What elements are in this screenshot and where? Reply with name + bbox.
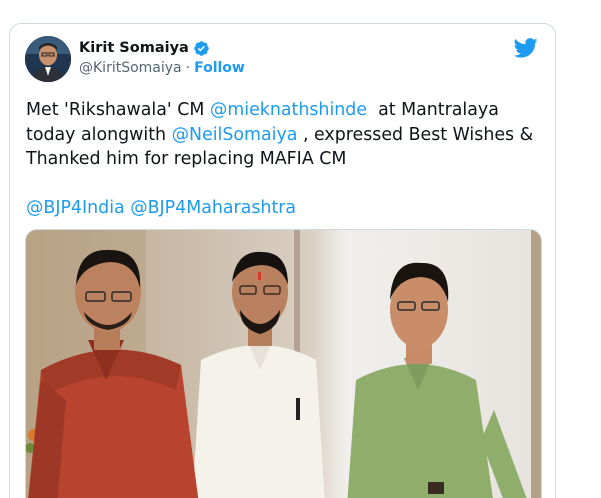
line-spacer xyxy=(26,172,546,197)
twitter-bird-icon[interactable] xyxy=(514,38,538,58)
tweet-line-2: today alongwith @NeilSomaiya , expressed… xyxy=(26,123,546,148)
tweet-text-segment: at Mantralaya xyxy=(367,100,499,120)
separator-dot: · xyxy=(185,60,191,76)
display-name[interactable]: Kirit Somaiya xyxy=(79,40,189,56)
author-block: Kirit Somaiya @KiritSomaiya · Follow xyxy=(79,38,245,76)
mention-link[interactable]: @BJP4India xyxy=(26,198,125,218)
tweet-text-segment: , expressed Best Wishes & xyxy=(297,124,534,145)
photo-three-men-illustration xyxy=(26,230,541,498)
tweet-text-segment: today alongwith xyxy=(26,124,172,145)
tweet-text: Met 'Rikshawala' CM @mieknathshinde at M… xyxy=(26,98,546,221)
mention-link[interactable]: @BJP4Maharashtra xyxy=(130,198,296,218)
tweet-photo[interactable] xyxy=(25,229,542,498)
tweet-mentions-line: @BJP4India @BJP4Maharashtra xyxy=(26,196,546,221)
avatar-image xyxy=(25,36,71,82)
tweet-line-3: Thanked him for replacing MAFIA CM xyxy=(26,149,347,169)
mention-link[interactable]: @mieknathshinde xyxy=(210,100,367,120)
follow-button[interactable]: Follow xyxy=(194,60,245,76)
tweet-text-segment: Met 'Rikshawala' CM xyxy=(26,100,210,120)
mention-link[interactable]: @NeilSomaiya xyxy=(172,125,298,145)
author-handle[interactable]: @KiritSomaiya xyxy=(79,60,182,76)
tweet-line-1: Met 'Rikshawala' CM @mieknathshinde at M… xyxy=(26,98,546,123)
tweet-card[interactable]: Kirit Somaiya @KiritSomaiya · Follow Met… xyxy=(9,23,556,498)
verified-badge-icon xyxy=(194,40,209,56)
avatar[interactable] xyxy=(25,36,71,82)
